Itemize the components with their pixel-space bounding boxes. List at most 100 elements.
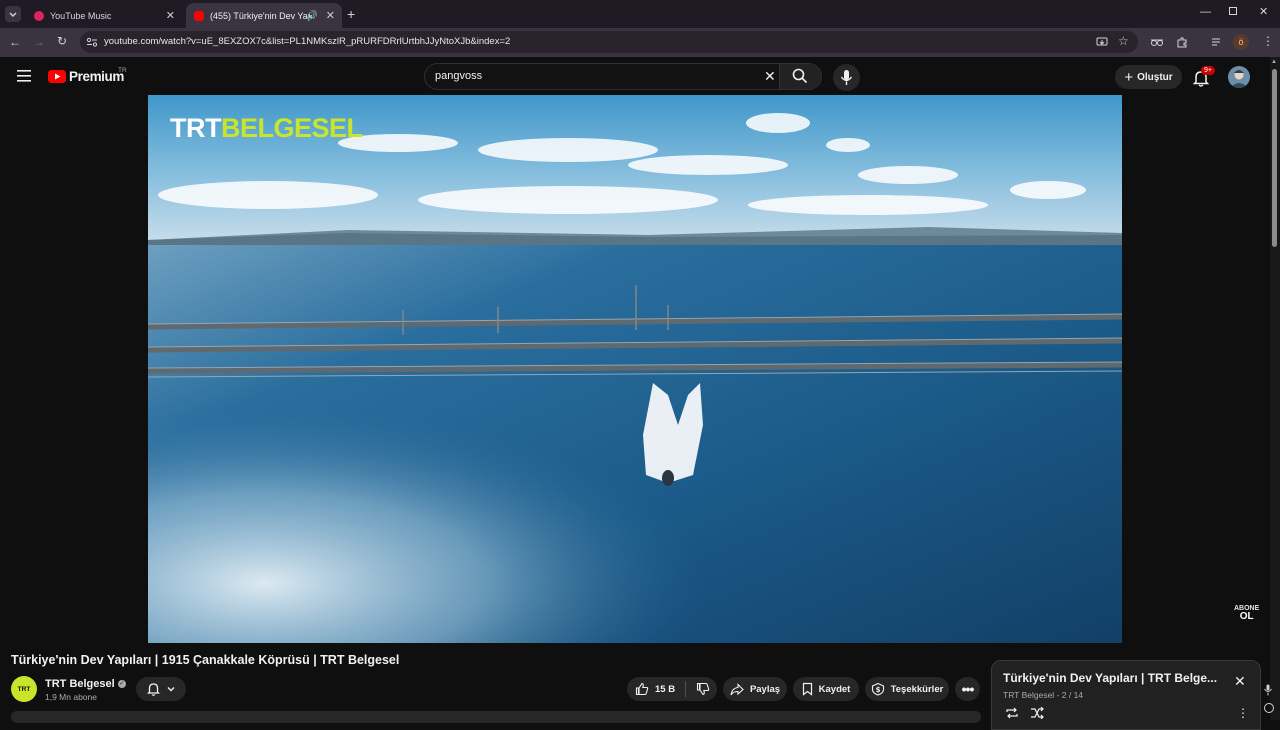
install-app-icon[interactable] <box>1096 36 1108 48</box>
playlist-channel[interactable]: TRT Belgesel <box>1003 690 1054 700</box>
scrollbar-up-arrow-icon[interactable]: ▲ <box>1271 59 1277 65</box>
tab-list-dropdown-button[interactable] <box>5 6 21 22</box>
playlist-meta: TRT Belgesel - 2 / 14 <box>1003 690 1083 700</box>
youtube-premium-logo[interactable]: Premium <box>48 69 124 84</box>
playlist-title[interactable]: Türkiye'nin Dev Yapıları | TRT Belge... <box>1003 671 1223 685</box>
trt-belgesel-watermark: TRTBELGESEL <box>170 113 363 144</box>
extensions-puzzle-icon[interactable] <box>1176 36 1188 48</box>
more-actions-button[interactable]: ••• <box>955 677 980 701</box>
hamburger-menu-icon[interactable] <box>17 70 31 82</box>
scroll-down-arrow-icon[interactable] <box>1264 703 1274 713</box>
minimize-window-icon[interactable]: — <box>1200 6 1211 18</box>
create-button[interactable]: + Oluştur <box>1115 65 1182 89</box>
loop-playlist-icon[interactable] <box>1005 707 1019 719</box>
browser-tab-youtube-music[interactable]: YouTube Music ✕ <box>26 3 182 28</box>
like-dislike-group: 15 B <box>627 677 717 701</box>
notifications-button[interactable]: 9+ <box>1193 66 1215 87</box>
more-horizontal-icon: ••• <box>961 681 975 697</box>
create-label: Oluştur <box>1137 71 1173 83</box>
subscribe-overlay[interactable]: ABONE OL <box>1234 605 1259 622</box>
pill-divider <box>685 681 687 697</box>
back-arrow-icon[interactable]: ← <box>9 35 21 49</box>
search-icon <box>792 68 808 84</box>
thanks-label: Teşekkürler <box>890 683 944 695</box>
account-avatar[interactable] <box>1228 66 1250 88</box>
like-count: 15 B <box>655 683 676 695</box>
address-bar[interactable]: youtube.com/watch?v=uE_8EXZOX7c&list=PL1… <box>80 31 1138 53</box>
reload-icon[interactable]: ↻ <box>57 34 67 48</box>
save-button[interactable]: Kaydet <box>793 677 859 701</box>
channel-name[interactable]: TRT Belgesel ✓ <box>45 678 126 690</box>
browser-menu-kebab-icon[interactable]: ⋮ <box>1262 34 1274 48</box>
forward-arrow-icon[interactable]: → <box>33 35 45 49</box>
bell-icon <box>146 683 160 696</box>
shuffle-icon[interactable] <box>1030 707 1044 719</box>
super-thanks-icon: $ <box>871 682 884 696</box>
thumbs-down-icon[interactable] <box>696 682 710 696</box>
subscriber-count: 1,9 Mn abone <box>45 692 97 702</box>
svg-text:$: $ <box>875 686 880 694</box>
plus-icon: + <box>1124 68 1134 86</box>
logo-text: Premium <box>69 69 124 84</box>
audio-playing-icon[interactable]: 🔊 <box>307 10 318 21</box>
close-playlist-icon[interactable]: ✕ <box>1234 673 1246 690</box>
close-window-icon[interactable]: ✕ <box>1259 5 1268 18</box>
incognito-glasses-icon[interactable] <box>1150 36 1164 48</box>
video-player[interactable]: TRTBELGESEL <box>148 95 1122 643</box>
share-arrow-icon <box>730 682 744 695</box>
close-tab-icon[interactable]: ✕ <box>166 9 175 22</box>
browser-tab-bar: YouTube Music ✕ (455) Türkiye'nin Dev Ya… <box>0 0 1280 28</box>
channel-name-text: TRT Belgesel <box>45 678 115 690</box>
playlist-position: 2 / 14 <box>1061 690 1084 700</box>
microphone-icon <box>1264 684 1272 696</box>
youtube-header: Premium TR pangvoss ✕ <box>0 57 1280 95</box>
new-tab-button[interactable]: + <box>347 6 355 22</box>
voice-search-button[interactable] <box>833 64 860 91</box>
channel-avatar-text: TRT <box>17 685 31 693</box>
tab-title: (455) Türkiye'nin Dev Yapıla <box>210 10 314 21</box>
youtube-favicon-icon <box>194 10 204 21</box>
like-button[interactable]: 15 B <box>635 682 675 696</box>
browser-toolbar: ← → ↻ youtube.com/watch?v=uE_8EXZOX7c&li… <box>0 28 1280 57</box>
microphone-icon <box>840 70 853 85</box>
thumbs-up-icon <box>635 682 649 696</box>
subscription-bell-button[interactable] <box>136 677 186 701</box>
account-avatar-image-icon <box>1230 70 1248 88</box>
url-text: youtube.com/watch?v=uE_8EXZOX7c&list=PL1… <box>104 36 511 47</box>
site-settings-icon[interactable] <box>86 36 98 48</box>
verified-badge-icon: ✓ <box>117 680 126 689</box>
share-button[interactable]: Paylaş <box>723 677 787 701</box>
search-input-value: pangvoss <box>435 70 483 82</box>
subscribe-overlay-line2: OL <box>1239 611 1254 622</box>
tab-title: YouTube Music <box>50 10 112 21</box>
chevron-down-icon <box>167 687 174 692</box>
browser-tab-video[interactable]: (455) Türkiye'nin Dev Yapıla 🔊 ✕ <box>186 3 342 28</box>
restore-window-icon[interactable] <box>1229 7 1237 15</box>
chevron-down-icon <box>9 12 17 17</box>
video-title: Türkiye'nin Dev Yapıları | 1915 Çanakkal… <box>11 653 400 667</box>
search-input[interactable]: pangvoss ✕ <box>424 63 822 90</box>
save-label: Kaydet <box>818 683 851 695</box>
bookmark-star-icon[interactable]: ☆ <box>1118 34 1129 48</box>
watermark-trt: TRT <box>170 113 221 143</box>
region-code: TR <box>118 67 127 74</box>
page-scrollbar[interactable]: ▲ <box>1270 57 1280 720</box>
playlist-menu-kebab-icon[interactable]: ⋮ <box>1237 706 1249 720</box>
video-frame-image <box>148 95 1122 643</box>
profile-initial: ö <box>1238 37 1244 47</box>
share-label: Paylaş <box>749 683 781 695</box>
search-button[interactable] <box>779 64 821 89</box>
miniplayer-mic-icon[interactable] <box>1263 684 1273 696</box>
channel-avatar[interactable]: TRT <box>11 676 37 702</box>
bookmark-icon <box>802 682 812 696</box>
notifications-badge: 9+ <box>1201 66 1215 75</box>
clear-search-icon[interactable]: ✕ <box>764 68 776 85</box>
close-tab-icon[interactable]: ✕ <box>326 9 335 22</box>
watermark-belgesel: BELGESEL <box>220 113 363 143</box>
profile-avatar[interactable]: ö <box>1233 34 1249 50</box>
thanks-button[interactable]: $ Teşekkürler <box>865 677 949 701</box>
youtube-play-logo-icon <box>48 70 66 83</box>
description-box[interactable] <box>11 711 981 723</box>
media-queue-icon[interactable] <box>1211 36 1223 48</box>
scrollbar-thumb[interactable] <box>1272 69 1277 247</box>
